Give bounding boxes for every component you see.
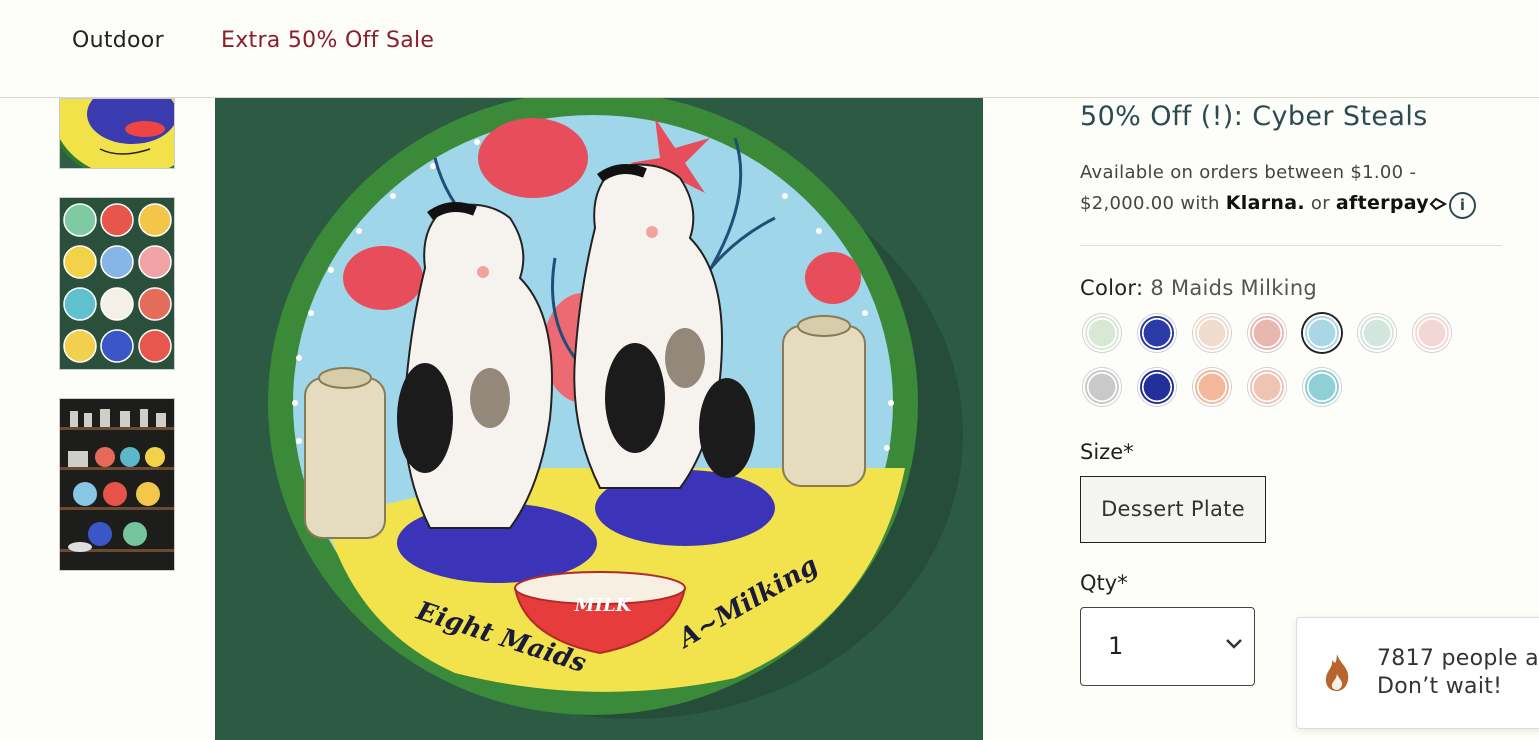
color-swatch[interactable] (1193, 368, 1231, 406)
qty-label: Qty* (1080, 571, 1128, 595)
color-swatch[interactable] (1358, 314, 1396, 352)
divider (1080, 245, 1502, 246)
color-swatch[interactable] (1083, 368, 1121, 406)
payment-info-line-1: Available on orders between $1.00 - (1080, 162, 1417, 183)
qty-select[interactable]: 1 (1080, 607, 1255, 686)
popup-text-line-1: 7817 people a (1377, 646, 1539, 671)
color-swatch[interactable] (1413, 314, 1451, 352)
social-proof-popup: 7817 people a Don’t wait! (1296, 617, 1539, 729)
plate-bowl-text: MILK (574, 595, 633, 616)
promo-title: 50% Off (!): Cyber Steals (1080, 101, 1428, 132)
top-nav: Outdoor Extra 50% Off Sale (0, 0, 1539, 98)
color-swatch[interactable] (1138, 368, 1176, 406)
thumbnail-2[interactable] (59, 197, 175, 370)
klarna-logo: Klarna. (1225, 192, 1305, 214)
qty-value: 1 (1108, 632, 1124, 660)
afterpay-logo: afterpay (1336, 192, 1448, 214)
color-swatch[interactable] (1193, 314, 1231, 352)
payment-info-line-2: $2,000.00 with Klarna. or afterpay (1080, 192, 1448, 214)
or-text: or (1310, 193, 1330, 214)
color-swatch[interactable] (1303, 314, 1341, 352)
color-label-text: Color: (1080, 276, 1144, 300)
nav-outdoor[interactable]: Outdoor (72, 28, 164, 53)
popup-text-line-2: Don’t wait! (1377, 674, 1503, 699)
thumbnail-1[interactable] (59, 98, 175, 169)
color-label: Color: 8 Maids Milking (1080, 276, 1317, 300)
color-swatch[interactable] (1138, 314, 1176, 352)
payment-range-text: $2,000.00 with (1080, 193, 1220, 214)
color-swatch[interactable] (1083, 314, 1121, 352)
thumbnail-3[interactable] (59, 398, 175, 571)
chevron-down-icon (1226, 639, 1242, 649)
main-product-image[interactable]: MILK Eight Maids A~Milking (215, 98, 983, 740)
color-value: 8 Maids Milking (1150, 276, 1318, 300)
color-swatch[interactable] (1303, 368, 1341, 406)
flame-icon (1325, 654, 1349, 691)
info-icon[interactable]: i (1449, 192, 1476, 219)
nav-sale[interactable]: Extra 50% Off Sale (221, 28, 434, 53)
color-swatch[interactable] (1248, 368, 1286, 406)
size-option-dessert-plate[interactable]: Dessert Plate (1080, 476, 1266, 543)
color-swatch[interactable] (1248, 314, 1286, 352)
size-label: Size* (1080, 440, 1134, 464)
